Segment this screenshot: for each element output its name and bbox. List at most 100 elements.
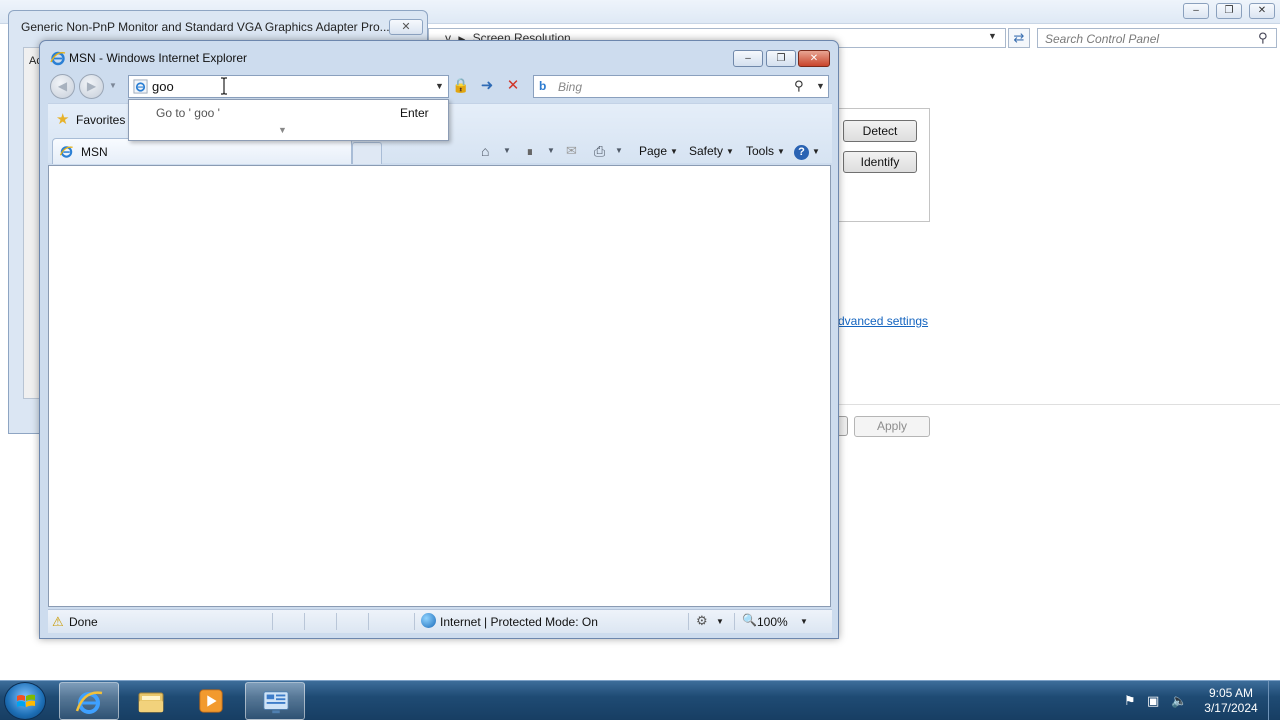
search-placeholder: Bing: [558, 80, 583, 94]
control-panel-icon: [263, 691, 289, 714]
tab-label: MSN: [81, 145, 108, 159]
bing-icon: b: [539, 79, 547, 93]
safety-menu-label: Safety: [689, 144, 724, 158]
expand-chevron-icon[interactable]: ▼: [278, 125, 287, 135]
feeds-dropdown-icon[interactable]: ▼: [547, 142, 555, 162]
address-input[interactable]: [152, 78, 422, 95]
maximize-button[interactable]: ❐: [766, 50, 796, 67]
system-clock[interactable]: 9:05 AM 3/17/2024: [1196, 686, 1266, 716]
action-center-flag-icon[interactable]: ⚑: [1124, 693, 1136, 709]
globe-icon: [421, 613, 436, 628]
address-dropdown-icon[interactable]: ▼: [435, 81, 444, 91]
minimize-button[interactable]: –: [733, 50, 763, 67]
chevron-down-icon: ▼: [777, 146, 785, 156]
feeds-icon[interactable]: ∎: [526, 142, 534, 162]
internet-explorer-icon: [50, 51, 66, 66]
home-dropdown-icon[interactable]: ▼: [503, 142, 511, 162]
apply-button[interactable]: Apply: [854, 416, 930, 437]
windows-logo-icon: [17, 694, 35, 707]
taskbar-control-panel[interactable]: [245, 682, 305, 720]
security-zone-text[interactable]: Internet | Protected Mode: On: [440, 615, 598, 629]
page-menu[interactable]: Page ▼: [639, 142, 678, 162]
ie-window-title: MSN - Windows Internet Explorer: [69, 51, 248, 65]
ie-titlebar: MSN - Windows Internet Explorer – ❐ ✕: [40, 41, 838, 73]
back-button[interactable]: ◀: [50, 74, 75, 99]
page-content[interactable]: [48, 165, 831, 607]
chevron-down-icon: ▼: [812, 146, 820, 156]
internet-explorer-icon: [59, 146, 73, 158]
address-bar[interactable]: ▼: [128, 75, 449, 98]
help-icon: ?: [794, 145, 809, 160]
media-player-icon: [199, 689, 223, 713]
chevron-down-icon: ▼: [670, 146, 678, 156]
chevron-down-icon: ▼: [726, 146, 734, 156]
autocomplete-enter-hint: Enter: [400, 106, 429, 120]
recent-pages-dropdown-icon[interactable]: ▼: [109, 81, 117, 90]
taskbar-windows-explorer[interactable]: [121, 682, 181, 720]
advanced-settings-link[interactable]: dvanced settings: [838, 314, 928, 328]
cp-close-button[interactable]: ✕: [1249, 3, 1275, 19]
zoom-icon[interactable]: 🔍: [742, 613, 757, 627]
forward-button[interactable]: ▶: [79, 74, 104, 99]
dialog-title: Generic Non-PnP Monitor and Standard VGA…: [21, 20, 390, 34]
cp-minimize-button[interactable]: –: [1183, 3, 1209, 19]
divider: [368, 613, 369, 630]
favorites-button[interactable]: ★ Favorites: [54, 110, 125, 132]
divider: [336, 613, 337, 630]
text-cursor-icon: [221, 77, 227, 95]
search-box[interactable]: b Bing ⚲ ▼: [533, 75, 829, 98]
taskbar-media-player[interactable]: [181, 682, 241, 720]
divider: [734, 613, 735, 630]
status-bar: ⚠ Done Internet | Protected Mode: On ⚙ ▼…: [48, 609, 832, 633]
security-status-icon[interactable]: ⚙: [696, 613, 708, 629]
stop-icon[interactable]: ✕: [503, 77, 523, 97]
go-arrow-icon[interactable]: ➜: [477, 77, 497, 97]
show-desktop-button[interactable]: [1268, 681, 1280, 720]
divider: [272, 613, 273, 630]
page-menu-label: Page: [639, 144, 668, 158]
tools-menu-label: Tools: [746, 144, 775, 158]
divider: [688, 613, 689, 630]
tab-msn[interactable]: MSN: [52, 138, 352, 164]
tools-menu[interactable]: Tools ▼: [746, 142, 785, 162]
lock-icon[interactable]: 🔒: [452, 77, 470, 97]
new-tab-button[interactable]: [352, 142, 382, 164]
divider: [838, 404, 1280, 405]
security-dropdown-icon[interactable]: ▼: [716, 617, 724, 626]
detect-button[interactable]: Detect: [843, 120, 917, 142]
search-icon[interactable]: ⚲: [1258, 30, 1268, 46]
cp-maximize-button[interactable]: ❐: [1216, 3, 1242, 19]
close-button[interactable]: ✕: [798, 50, 830, 67]
internet-explorer-icon: [75, 691, 103, 714]
divider: [414, 613, 415, 630]
search-icon[interactable]: ⚲: [794, 78, 804, 94]
dialog-close-button[interactable]: ✕: [389, 19, 423, 35]
home-icon[interactable]: ⌂: [481, 142, 489, 162]
taskbar-internet-explorer[interactable]: [59, 682, 119, 720]
clock-time: 9:05 AM: [1208, 686, 1254, 700]
address-autocomplete-dropdown: Go to ' goo ' Enter ▼: [128, 99, 449, 141]
help-menu[interactable]: ? ▼: [794, 142, 820, 162]
clock-date: 3/17/2024: [1204, 701, 1258, 715]
safety-menu[interactable]: Safety ▼: [689, 142, 734, 162]
status-text: Done: [69, 615, 98, 629]
folder-icon: [138, 692, 164, 713]
search-options-dropdown-icon[interactable]: ▼: [816, 81, 825, 91]
autocomplete-goto-item[interactable]: Go to ' goo ': [156, 106, 220, 120]
cp-search-input[interactable]: Search Control Panel: [1037, 28, 1277, 48]
cp-address-dropdown-icon[interactable]: ▼: [988, 31, 997, 41]
refresh-icon[interactable]: ⇄: [1008, 28, 1030, 48]
start-button[interactable]: [4, 682, 46, 720]
zoom-dropdown-icon[interactable]: ▼: [800, 617, 808, 626]
page-icon: [133, 79, 148, 94]
volume-muted-icon[interactable]: 🔈: [1171, 693, 1187, 709]
print-dropdown-icon[interactable]: ▼: [615, 142, 623, 162]
taskbar: ⚑ ▣ 🔈 9:05 AM 3/17/2024: [0, 680, 1280, 720]
warning-icon: ⚠: [52, 614, 64, 629]
network-icon[interactable]: ▣: [1147, 693, 1159, 709]
identify-button[interactable]: Identify: [843, 151, 917, 173]
print-icon[interactable]: ⎙: [594, 142, 605, 162]
star-icon: ★: [56, 111, 70, 128]
zoom-level[interactable]: 100%: [757, 615, 788, 629]
mail-icon[interactable]: ✉: [566, 142, 577, 162]
